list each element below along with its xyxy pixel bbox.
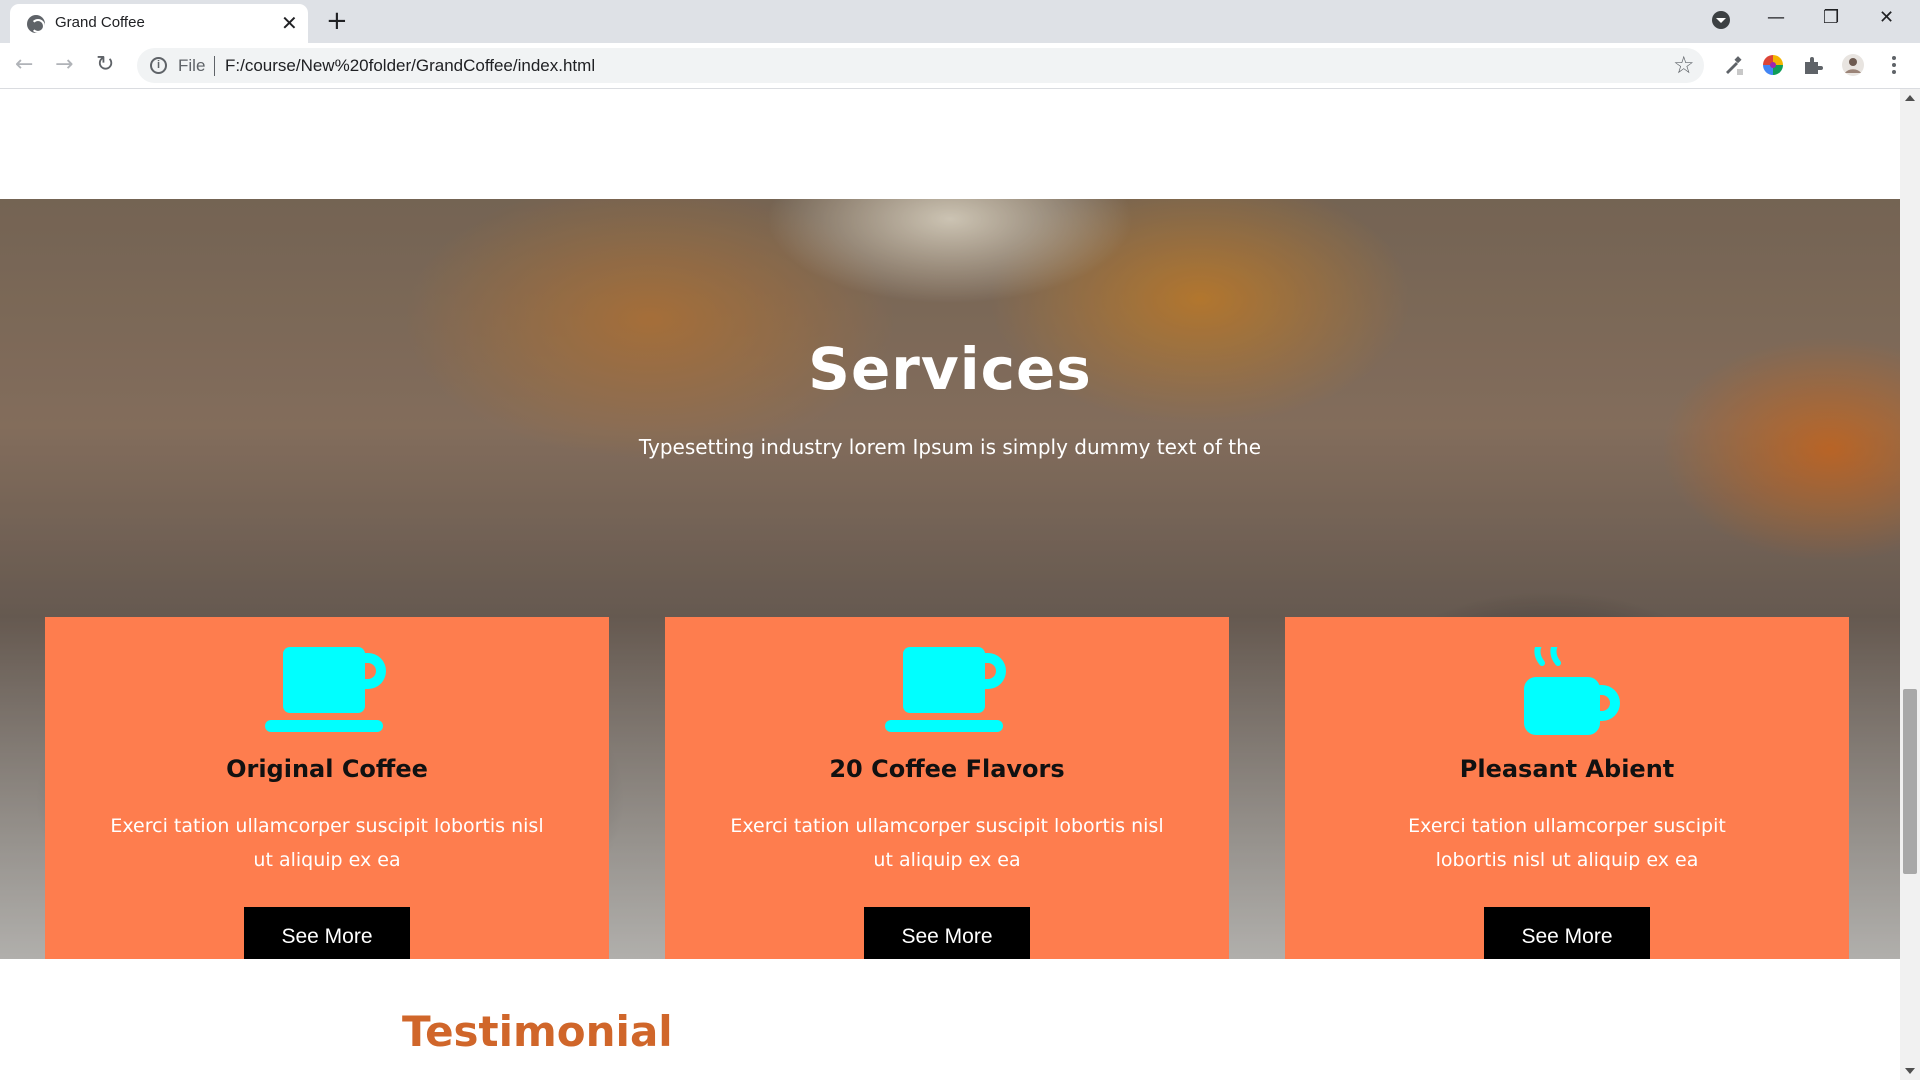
services-section: Services Typesetting industry lorem Ipsu… xyxy=(0,199,1900,959)
see-more-button[interactable]: See More xyxy=(864,907,1030,959)
url-separator xyxy=(214,56,215,76)
tab-close-icon[interactable]: ✕ xyxy=(281,11,298,35)
tab-search-icon[interactable] xyxy=(1712,11,1730,29)
color-wheel-extension-icon[interactable] xyxy=(1762,54,1784,76)
maximize-button[interactable]: ❐ xyxy=(1823,6,1839,30)
back-button[interactable]: ← xyxy=(15,52,33,78)
forward-button[interactable]: → xyxy=(55,52,73,78)
tab-title: Grand Coffee xyxy=(55,14,145,31)
see-more-button[interactable]: See More xyxy=(244,907,410,959)
eyedropper-extension-icon[interactable] xyxy=(1722,54,1744,76)
url-scheme: File xyxy=(178,56,206,75)
services-subtitle: Typesetting industry lorem Ipsum is simp… xyxy=(638,435,1262,459)
testimonial-title: Testimonial xyxy=(402,1007,673,1056)
scroll-down-arrow-icon[interactable] xyxy=(1905,1068,1915,1074)
url-text[interactable]: F:/course/New%20folder/GrandCoffee/index… xyxy=(225,56,595,76)
coffee-cup-icon xyxy=(885,647,1006,732)
card-text: Exerci tation ullamcorper suscipit lobor… xyxy=(730,815,1164,871)
info-icon[interactable]: i xyxy=(150,57,167,74)
extensions-puzzle-icon[interactable] xyxy=(1802,54,1824,76)
card-title: Pleasant Abient xyxy=(1459,755,1675,783)
service-card-coffee-flavors: 20 Coffee Flavors Exerci tation ullamcor… xyxy=(665,617,1229,959)
scrollbar-thumb[interactable] xyxy=(1903,689,1917,874)
address-bar[interactable]: i File F:/course/New%20folder/GrandCoffe… xyxy=(137,48,1704,83)
page-viewport: Services Typesetting industry lorem Ipsu… xyxy=(0,89,1900,1080)
scroll-up-arrow-icon[interactable] xyxy=(1905,95,1915,101)
card-text: Exerci tation ullamcorper suscipit lobor… xyxy=(110,815,544,871)
services-title: Services xyxy=(808,335,1092,403)
browser-toolbar: ← → ↻ i File F:/course/New%20folder/Gran… xyxy=(0,43,1920,89)
browser-tab[interactable]: Grand Coffee ✕ xyxy=(10,4,308,43)
card-text: Exerci tation ullamcorper suscipit lobor… xyxy=(1408,815,1726,871)
card-title: Original Coffee xyxy=(226,755,428,783)
more-menu-icon[interactable] xyxy=(1883,54,1905,76)
profile-avatar-icon[interactable] xyxy=(1842,54,1864,76)
new-tab-button[interactable]: + xyxy=(326,5,348,37)
see-more-button[interactable]: See More xyxy=(1484,907,1650,959)
close-window-button[interactable]: ✕ xyxy=(1879,6,1894,30)
browser-tab-bar: Grand Coffee ✕ + — ❐ ✕ xyxy=(0,0,1920,43)
hot-coffee-mug-icon xyxy=(1524,647,1620,735)
page-scrollbar[interactable] xyxy=(1900,89,1920,1080)
coffee-cup-icon xyxy=(265,647,386,732)
globe-icon xyxy=(27,15,45,33)
card-title: 20 Coffee Flavors xyxy=(829,755,1065,783)
service-card-original-coffee: Original Coffee Exerci tation ullamcorpe… xyxy=(45,617,609,959)
reload-button[interactable]: ↻ xyxy=(96,52,114,78)
service-card-pleasant-abient: Pleasant Abient Exerci tation ullamcorpe… xyxy=(1285,617,1849,959)
bookmark-star-icon[interactable]: ☆ xyxy=(1673,51,1695,79)
minimize-button[interactable]: — xyxy=(1767,6,1785,30)
